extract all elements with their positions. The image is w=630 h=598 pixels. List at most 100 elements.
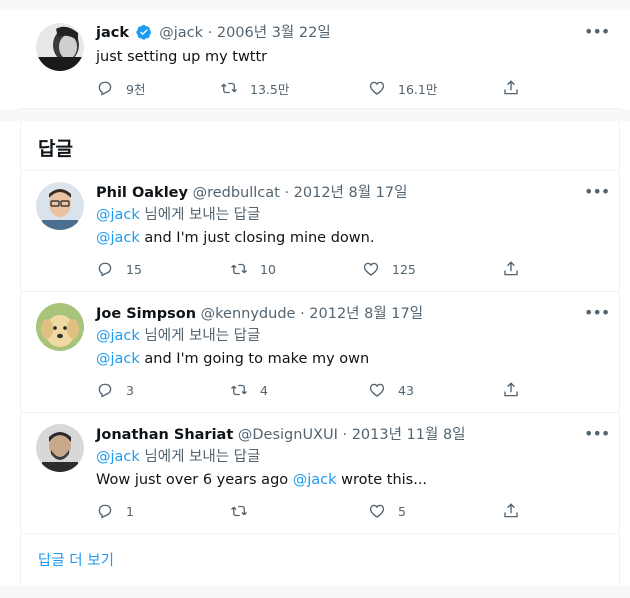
replying-label: 님에게 보내는 답글	[139, 207, 261, 223]
mention-link[interactable]: @jack	[96, 449, 140, 465]
reply-tweet[interactable]: Joe Simpson @kennydude · 2012년 8월 17일 ••…	[20, 292, 620, 413]
replies-heading: 답글	[38, 138, 73, 160]
text-suffix: and I'm just closing mine down.	[139, 230, 375, 246]
mention-link[interactable]: @jack	[96, 207, 140, 223]
mention-link[interactable]: @jack	[293, 472, 337, 488]
share-button[interactable]	[502, 78, 520, 98]
retweet-count: 13.5만	[250, 81, 290, 97]
reply-count: 1	[126, 503, 134, 519]
like-count: 5	[398, 503, 406, 519]
tweet-header: jack @jack · 2006년 3월 22일	[96, 23, 331, 46]
user-name[interactable]: Jonathan Shariat	[96, 427, 233, 443]
retweet-icon	[231, 263, 247, 275]
heart-icon	[369, 81, 385, 95]
tweet-text: Wow just over 6 years ago @jack wrote th…	[96, 470, 427, 490]
heart-icon	[369, 383, 385, 397]
show-more-replies-link[interactable]: 답글 더 보기	[38, 549, 114, 570]
share-button[interactable]	[502, 380, 520, 400]
retweet-icon	[231, 384, 247, 396]
user-handle[interactable]: @kennydude	[201, 306, 296, 322]
share-button[interactable]	[502, 501, 520, 521]
share-icon	[504, 261, 518, 276]
text-prefix: Wow just over 6 years ago	[96, 472, 293, 488]
heart-icon	[363, 262, 379, 276]
more-options-icon[interactable]: •••	[584, 24, 610, 45]
retweet-button[interactable]: 13.5만	[220, 78, 289, 98]
mention-link[interactable]: @jack	[96, 351, 140, 367]
retweet-icon	[221, 82, 237, 94]
tweet-header: Joe Simpson @kennydude · 2012년 8월 17일	[96, 304, 423, 324]
replying-to: @jack 님에게 보내는 답글	[96, 326, 260, 346]
retweet-button[interactable]: 4	[230, 380, 268, 400]
user-handle[interactable]: @redbullcat	[193, 185, 280, 201]
tweet-date[interactable]: · 2012년 8월 17일	[300, 306, 423, 322]
top-gap	[0, 0, 630, 10]
reply-button[interactable]: 1	[96, 501, 134, 521]
reply-tweet[interactable]: Phil Oakley @redbullcat · 2012년 8월 17일 •…	[20, 171, 620, 292]
tweet-header: Phil Oakley @redbullcat · 2012년 8월 17일	[96, 183, 407, 203]
text-suffix: and I'm going to make my own	[139, 351, 370, 367]
like-button[interactable]: 125	[362, 259, 416, 279]
replying-label: 님에게 보내는 답글	[139, 328, 261, 344]
text-suffix: wrote this...	[336, 472, 428, 488]
share-button[interactable]	[502, 259, 520, 279]
verified-badge-icon	[136, 24, 152, 46]
section-gap	[0, 109, 630, 121]
user-handle[interactable]: @jack	[159, 25, 203, 41]
more-options-icon[interactable]: •••	[584, 305, 610, 326]
tweet-date[interactable]: · 2013년 11월 8일	[342, 427, 465, 443]
mention-link[interactable]: @jack	[96, 230, 140, 246]
original-tweet[interactable]: jack @jack · 2006년 3월 22일 ••• just setti…	[20, 10, 620, 109]
retweet-button[interactable]: 10	[230, 259, 276, 279]
tweet-text: @jack and I'm just closing mine down.	[96, 228, 374, 248]
reply-count: 15	[126, 261, 142, 277]
reply-icon	[98, 81, 112, 96]
share-icon	[504, 503, 518, 518]
retweet-count: 10	[260, 261, 276, 277]
reply-count: 3	[126, 382, 134, 398]
tweet-text: just setting up my twttr	[96, 49, 268, 65]
more-options-icon[interactable]: •••	[584, 426, 610, 447]
like-button[interactable]: 43	[368, 380, 414, 400]
replying-to: @jack 님에게 보내는 답글	[96, 447, 260, 467]
share-icon	[504, 80, 518, 95]
user-name[interactable]: Phil Oakley	[96, 185, 188, 201]
like-count: 16.1만	[398, 81, 438, 97]
like-button[interactable]: 5	[368, 501, 406, 521]
bottom-gap	[0, 586, 630, 598]
avatar[interactable]	[36, 23, 84, 71]
like-button[interactable]: 16.1만	[368, 78, 437, 98]
retweet-button[interactable]	[230, 501, 260, 521]
tweet-date[interactable]: · 2012년 8월 17일	[284, 185, 407, 201]
tweet-header: Jonathan Shariat @DesignUXUI · 2013년 11월…	[96, 425, 466, 445]
reply-icon	[98, 504, 112, 519]
avatar[interactable]	[36, 303, 84, 351]
replying-to: @jack 님에게 보내는 답글	[96, 205, 260, 225]
mention-link[interactable]: @jack	[96, 328, 140, 344]
avatar[interactable]	[36, 424, 84, 472]
tweet-actions: 1 5	[96, 501, 606, 521]
more-options-icon[interactable]: •••	[584, 184, 610, 205]
tweet-actions: 9천 13.5만 16.1만	[96, 78, 606, 98]
reply-icon	[98, 383, 112, 398]
share-icon	[504, 382, 518, 397]
like-count: 43	[398, 382, 414, 398]
like-count: 125	[392, 261, 416, 277]
user-handle[interactable]: @DesignUXUI	[238, 427, 338, 443]
retweet-count: 4	[260, 382, 268, 398]
user-name[interactable]: Joe Simpson	[96, 306, 196, 322]
retweet-icon	[231, 505, 247, 517]
tweet-actions: 15 10 125	[96, 259, 606, 279]
reply-button[interactable]: 3	[96, 380, 134, 400]
tweet-date[interactable]: · 2006년 3월 22일	[208, 25, 331, 41]
reply-button[interactable]: 15	[96, 259, 142, 279]
tweet-actions: 3 4 43	[96, 380, 606, 400]
user-name[interactable]: jack	[96, 25, 129, 41]
reply-icon	[98, 262, 112, 277]
heart-icon	[369, 504, 385, 518]
avatar[interactable]	[36, 182, 84, 230]
reply-count: 9천	[126, 81, 146, 97]
tweet-text: @jack and I'm going to make my own	[96, 349, 369, 369]
reply-button[interactable]: 9천	[96, 78, 145, 98]
reply-tweet[interactable]: Jonathan Shariat @DesignUXUI · 2013년 11월…	[20, 413, 620, 534]
